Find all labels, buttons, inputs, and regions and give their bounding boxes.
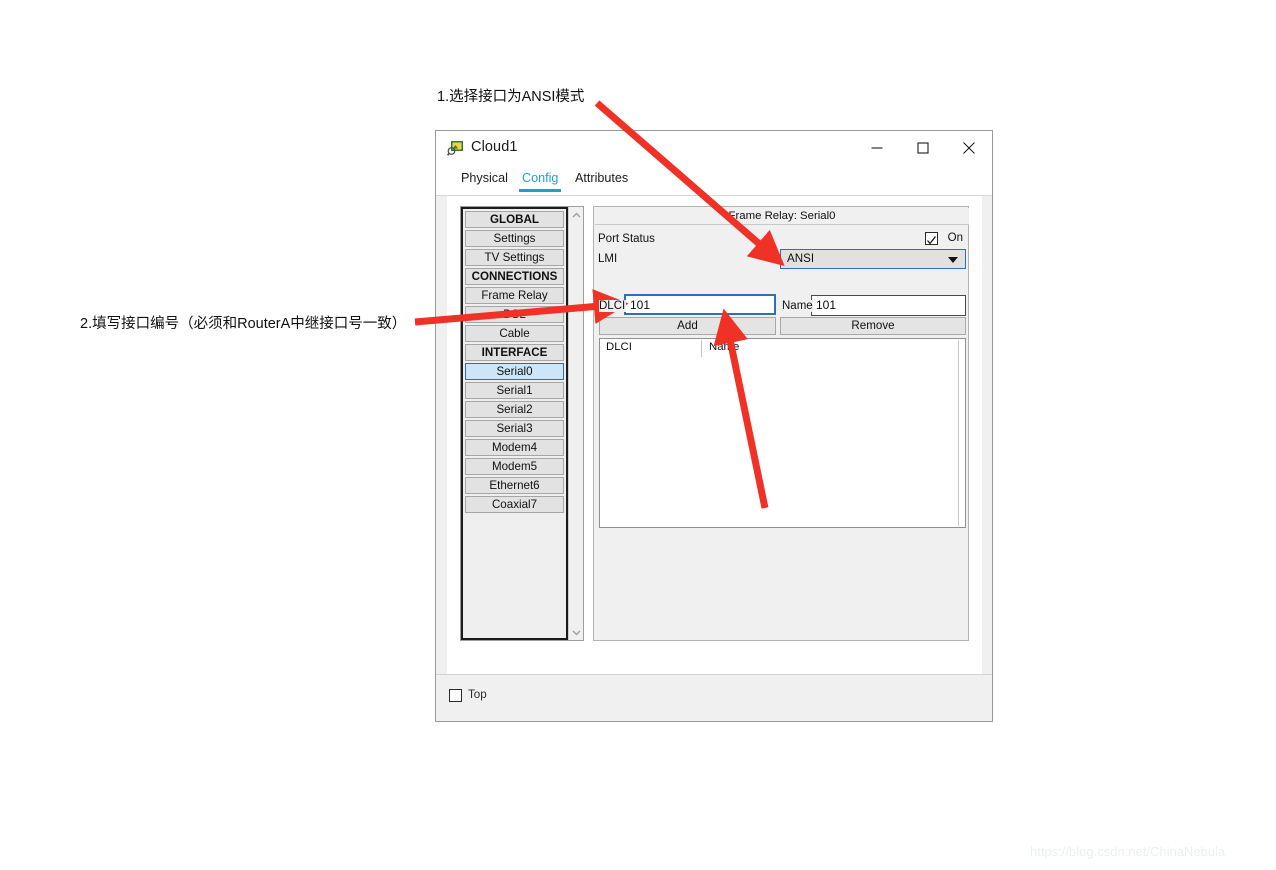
sidebar-item-frame-relay[interactable]: Frame Relay: [465, 287, 564, 304]
dlci-input[interactable]: 101: [624, 294, 776, 315]
remove-button[interactable]: Remove: [780, 317, 966, 335]
port-status-value: On: [947, 232, 963, 244]
watermark: https://blog.csdn.net/ChinaNebula: [1030, 844, 1226, 859]
window-footer: Top: [436, 674, 992, 721]
scroll-down-icon[interactable]: [569, 625, 584, 640]
close-button[interactable]: [946, 131, 992, 165]
window-title: Cloud1: [471, 139, 518, 155]
table-column-divider: [701, 340, 702, 357]
tab-attributes[interactable]: Attributes: [569, 165, 634, 196]
sidebar-item-coaxial7[interactable]: Coaxial7: [465, 496, 564, 513]
lmi-label: LMI: [598, 253, 618, 265]
port-status-label: Port Status: [598, 233, 655, 245]
cloud1-window: Cloud1 Physical Config Attributes GLOBAL: [435, 130, 993, 722]
scroll-up-icon[interactable]: [569, 207, 584, 222]
annotation-step-2: 2.填写接口编号（必须和RouterA中继接口号一致）: [80, 316, 407, 332]
tab-physical[interactable]: Physical: [455, 165, 514, 196]
sidebar-item-modem5[interactable]: Modem5: [465, 458, 564, 475]
frame-relay-panel-title: Frame Relay: Serial0: [595, 208, 969, 225]
sidebar-item-settings[interactable]: Settings: [465, 230, 564, 247]
sidebar-header-connections: CONNECTIONS: [465, 268, 564, 285]
sidebar-item-serial2[interactable]: Serial2: [465, 401, 564, 418]
sidebar-item-ethernet6[interactable]: Ethernet6: [465, 477, 564, 494]
window-titlebar: Cloud1: [436, 131, 992, 165]
lmi-dropdown[interactable]: ANSI: [780, 249, 966, 269]
tabstrip: Physical Config Attributes: [436, 165, 992, 196]
sidebar-scrollbar[interactable]: [568, 207, 583, 640]
chevron-down-icon: [948, 257, 958, 263]
annotation-step-1: 1.选择接口为ANSI模式: [437, 89, 585, 105]
top-checkbox[interactable]: [449, 689, 462, 702]
config-content-area: GLOBAL Settings TV Settings CONNECTIONS …: [447, 196, 982, 676]
sidebar-header-interface: INTERFACE: [465, 344, 564, 361]
sidebar-header-global: GLOBAL: [465, 211, 564, 228]
frame-relay-panel: Frame Relay: Serial0 Port Status On LMI …: [593, 206, 969, 641]
table-header-name: Name: [709, 341, 740, 353]
tab-config[interactable]: Config: [516, 165, 564, 196]
minimize-button[interactable]: [854, 131, 900, 165]
name-input[interactable]: 101: [811, 295, 966, 316]
table-header-dlci: DLCI: [606, 341, 632, 353]
screenshot-canvas: 1.选择接口为ANSI模式 2.填写接口编号（必须和RouterA中继接口号一致…: [0, 0, 1276, 870]
maximize-button[interactable]: [900, 131, 946, 165]
sidebar-item-tv-settings[interactable]: TV Settings: [465, 249, 564, 266]
name-label: Name: [782, 300, 813, 312]
cloud-magnifier-icon: [446, 140, 464, 157]
dlci-table: DLCI Name: [599, 338, 966, 528]
table-right-divider: [958, 340, 959, 526]
sidebar-item-cable[interactable]: Cable: [465, 325, 564, 342]
sidebar-item-modem4[interactable]: Modem4: [465, 439, 564, 456]
sidebar-item-serial0[interactable]: Serial0: [465, 363, 564, 380]
top-checkbox-label: Top: [468, 688, 487, 701]
add-button[interactable]: Add: [599, 317, 776, 335]
dlci-label: DLCI: [599, 300, 627, 312]
port-status-checkbox[interactable]: [925, 232, 938, 245]
sidebar-item-dsl[interactable]: DSL: [465, 306, 564, 323]
config-sidebar: GLOBAL Settings TV Settings CONNECTIONS …: [460, 206, 584, 641]
lmi-selected-value: ANSI: [787, 252, 815, 265]
sidebar-item-serial3[interactable]: Serial3: [465, 420, 564, 437]
sidebar-item-serial1[interactable]: Serial1: [465, 382, 564, 399]
config-sidebar-list: GLOBAL Settings TV Settings CONNECTIONS …: [461, 207, 568, 640]
